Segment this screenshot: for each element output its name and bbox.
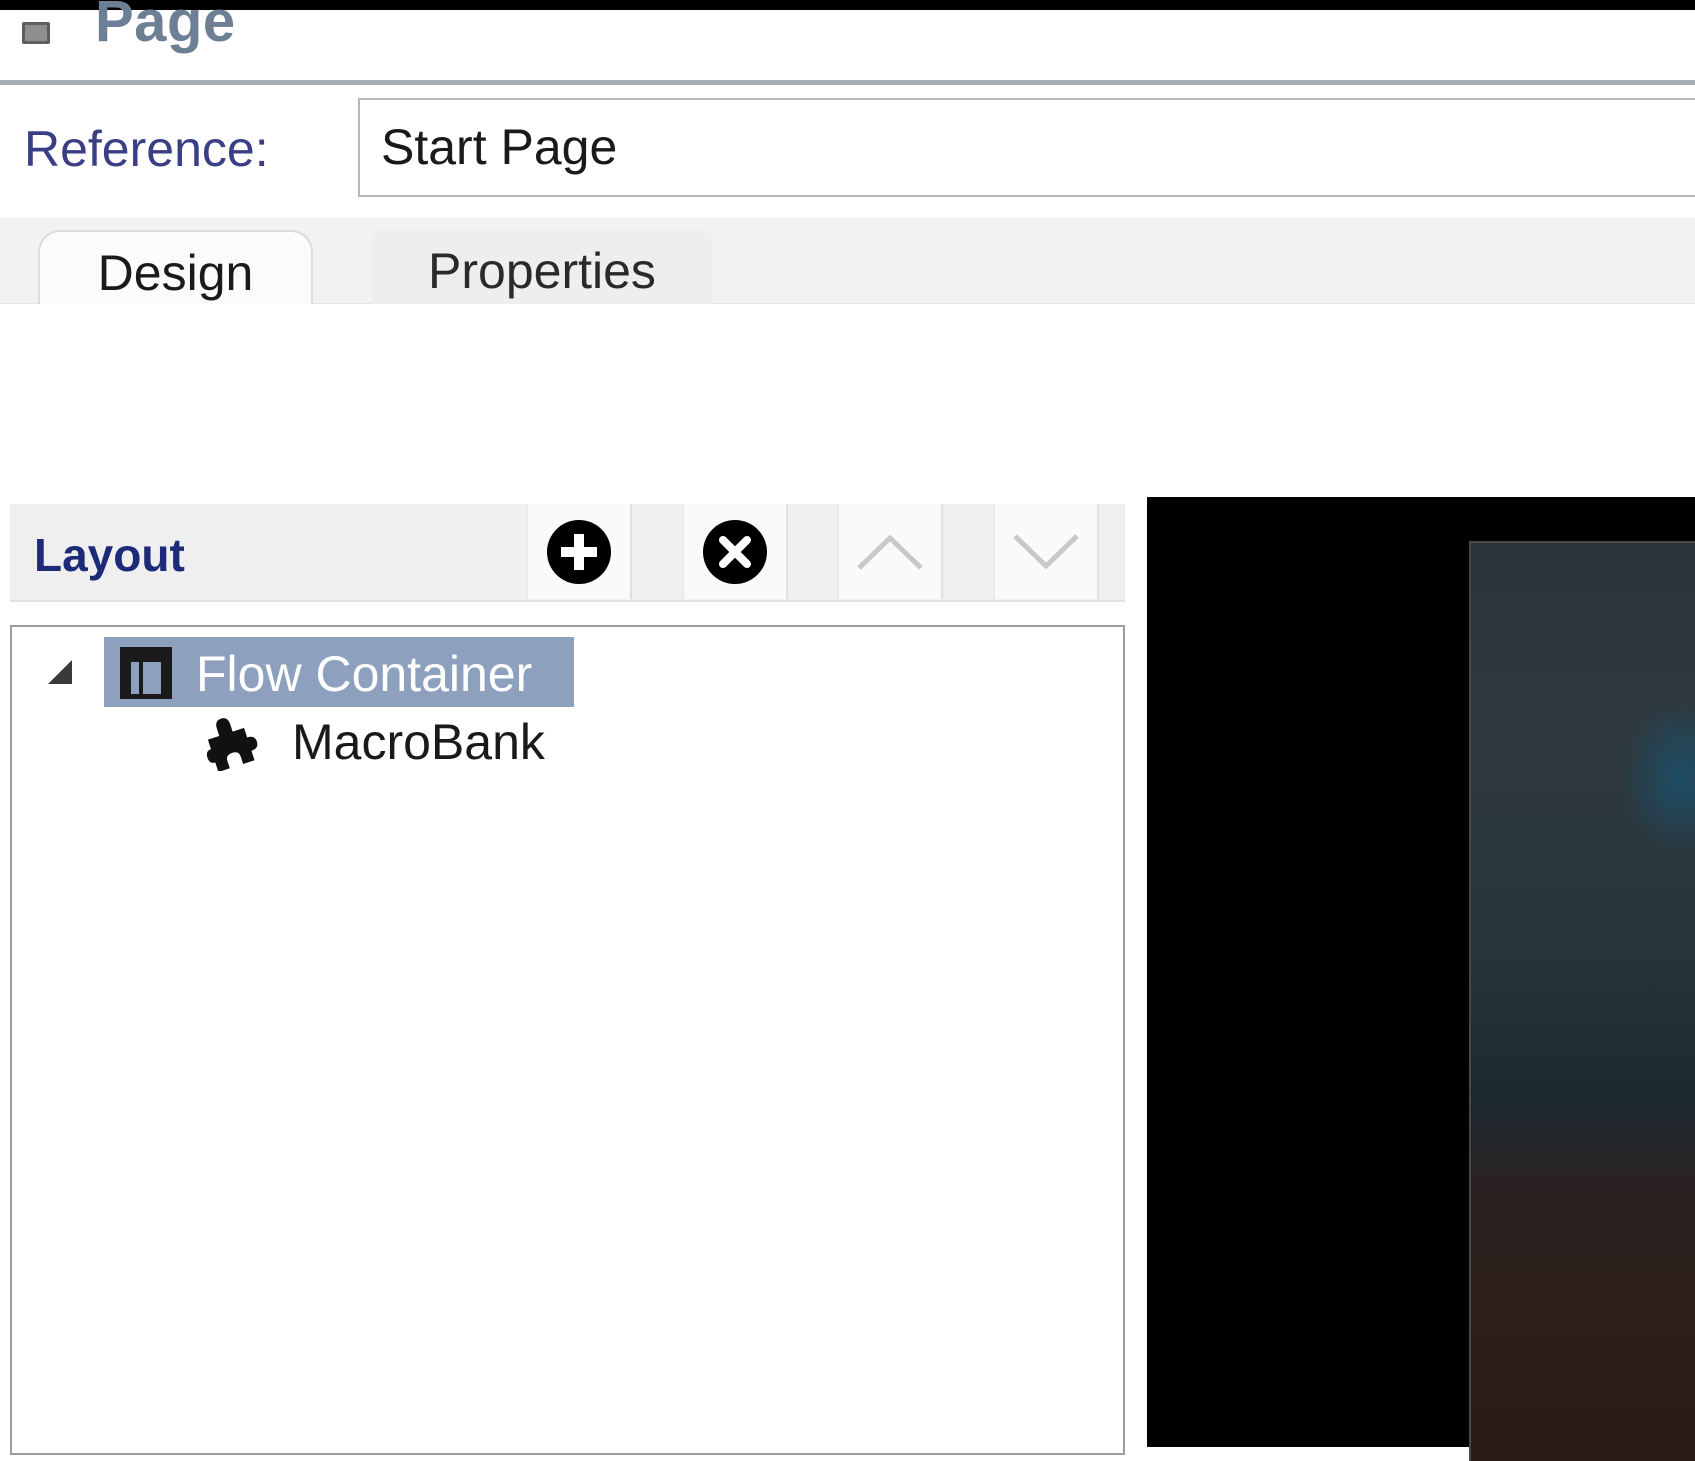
move-down-icon <box>1013 533 1079 569</box>
tree-item-label: MacroBank <box>292 714 545 770</box>
move-up-button[interactable] <box>838 504 943 599</box>
remove-icon <box>703 519 767 584</box>
preview-area <box>1147 497 1695 1461</box>
reference-input[interactable]: Start Page <box>358 98 1695 197</box>
reference-label: Reference: <box>24 121 269 177</box>
add-button[interactable] <box>527 504 632 599</box>
panel-header: Page <box>0 0 1695 80</box>
page-icon <box>22 22 50 44</box>
remove-button[interactable] <box>683 504 788 599</box>
container-icon <box>120 647 172 699</box>
layout-tree[interactable]: Flow Container MacroBank <box>10 625 1125 1455</box>
top-edge <box>0 0 1695 10</box>
move-up-icon <box>857 534 923 570</box>
layout-title: Layout <box>34 529 185 581</box>
panel-title: Page <box>95 0 236 54</box>
puzzle-icon <box>206 718 258 771</box>
header-divider <box>0 80 1695 85</box>
layout-toolbar: Layout <box>10 504 1125 602</box>
add-icon <box>547 519 611 584</box>
tab-strip: Design Properties <box>0 218 1695 304</box>
tab-design[interactable]: Design <box>38 230 313 304</box>
expand-collapse-icon[interactable] <box>48 660 72 684</box>
preview-image <box>1469 541 1695 1461</box>
tab-properties[interactable]: Properties <box>372 230 712 304</box>
tree-item-flow-container[interactable]: Flow Container <box>104 637 574 707</box>
move-down-button[interactable] <box>994 504 1099 599</box>
tree-item-label: Flow Container <box>196 646 533 702</box>
